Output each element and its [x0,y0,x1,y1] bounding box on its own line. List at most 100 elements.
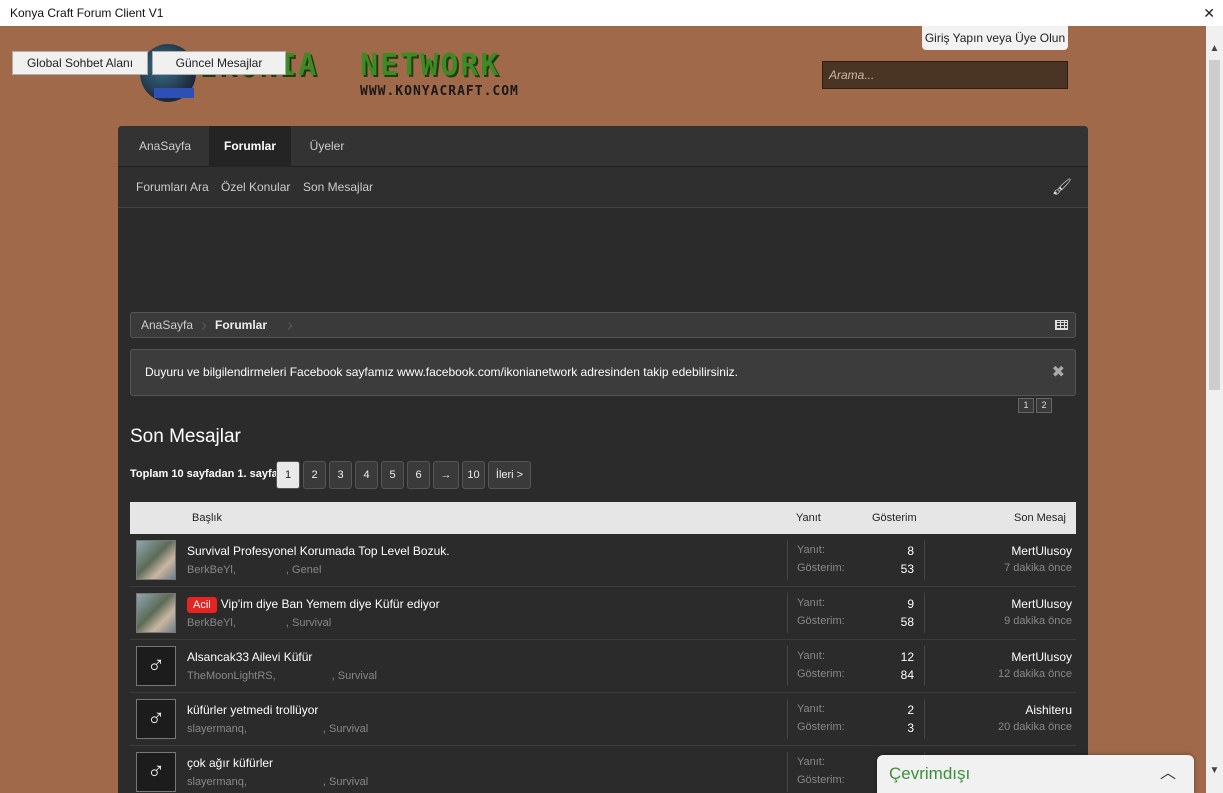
view-label: Gösterim: [797,562,845,574]
global-chat-button[interactable]: Global Sohbet Alanı [12,51,148,75]
last-post-time[interactable]: 9 dakika önce [1004,615,1072,627]
login-register-link[interactable]: Giriş Yapın veya Üye Olun [922,26,1068,50]
scrollbar-thumb[interactable] [1209,60,1220,390]
thread-author[interactable]: TheMoonLightRS, [187,670,276,682]
tab-home[interactable]: AnaSayfa [124,126,206,167]
thread-author[interactable]: BerkBeYl, [187,617,236,629]
sub-nav: Forumları Ara Özel Konular Son Mesajlar … [118,167,1088,208]
page-button-10[interactable]: 10 [462,461,485,489]
breadcrumb-separator-icon: › [287,315,293,335]
reply-count: 8 [907,544,914,558]
chat-status-label[interactable]: Çevrimdışı [889,755,970,793]
breadcrumb-separator-icon: › [201,315,207,335]
subnav-private-threads[interactable]: Özel Konular [221,167,290,207]
vertical-scrollbar[interactable]: ▲ ▼ [1206,26,1223,793]
sitemap-grid-icon[interactable] [1055,320,1068,330]
reply-count: 9 [907,597,914,611]
male-avatar-icon[interactable]: ♂ [136,752,176,792]
avatar[interactable] [136,540,176,580]
view-count: 84 [900,668,914,682]
thread-title[interactable]: çok ağır küfürler [187,756,273,770]
thread-title-text[interactable]: Survival Profesyonel Korumada Top Level … [187,544,450,558]
thread-author[interactable]: slayermanq, [187,776,247,788]
thread-title[interactable]: küfürler yetmedi trollüyor [187,703,318,717]
thread-author[interactable]: slayermanq, [187,723,247,735]
thread-title[interactable]: Survival Profesyonel Korumada Top Level … [187,544,450,558]
breadcrumb: AnaSayfa › Forumlar › [130,312,1076,338]
view-count: 3 [907,721,914,735]
notice-page-1[interactable]: 1 [1018,398,1034,413]
window-titlebar: Konya Craft Forum Client V1 ✕ [0,0,1223,26]
thread-forum[interactable]: , Survival [323,776,368,788]
chat-widget[interactable]: Çevrimdışı ︿ [877,755,1194,793]
thread-title[interactable]: Acil Vip'im diye Ban Yemem diye Küfür edi… [187,597,440,613]
last-post-user[interactable]: MertUlusoy [998,650,1072,664]
thread-title-text[interactable]: küfürler yetmedi trollüyor [187,703,318,717]
last-post-user[interactable]: Aishiteru [998,703,1072,717]
thread-forum[interactable]: , Genel [286,564,321,576]
thread-title-text[interactable]: çok ağır küfürler [187,756,273,770]
subnav-search-forums[interactable]: Forumları Ara [136,167,209,207]
page-button-4[interactable]: 4 [355,461,378,489]
tab-members[interactable]: Üyeler [294,126,360,167]
thread-stats: Yanıt: 12 Gösterim: 84 [787,646,925,686]
tab-forums[interactable]: Forumlar [209,126,291,167]
thread-meta: slayermanq, , Survival [187,776,368,788]
last-post: Aishiteru 20 dakika önce [998,703,1072,733]
page-button-3[interactable]: 3 [329,461,352,489]
header-replies[interactable]: Yanıt [796,502,821,534]
page-button-1[interactable]: 1 [276,461,300,489]
page-button-5[interactable]: 5 [381,461,404,489]
male-avatar-icon[interactable]: ♂ [136,699,176,739]
male-avatar-icon[interactable]: ♂ [136,646,176,686]
scroll-up-icon[interactable]: ▲ [1206,40,1223,57]
last-post-time[interactable]: 12 dakika önce [998,668,1072,680]
thread-stats: Yanıt: 9 Gösterim: 58 [787,593,925,633]
dismiss-notice-icon[interactable]: ✖ [1052,362,1065,382]
avatar[interactable] [136,593,176,633]
subnav-recent-posts[interactable]: Son Mesajlar [303,167,373,207]
search-input[interactable]: Arama... [822,61,1068,89]
view-count: 58 [900,615,914,629]
header-views[interactable]: Gösterim [872,502,917,534]
breadcrumb-home[interactable]: AnaSayfa [141,313,193,337]
thread-title-text[interactable]: Vip'im diye Ban Yemem diye Küfür ediyor [221,597,440,611]
notice-text: Duyuru ve bilgilendirmeleri Facebook say… [145,365,738,379]
style-chooser-brush-icon[interactable]: 🖌 [1052,177,1072,197]
recent-posts-button[interactable]: Güncel Mesajlar [152,51,286,75]
header-title[interactable]: Başlık [192,502,222,534]
scroll-down-icon[interactable]: ▼ [1206,762,1223,779]
logo-word-2: NETWORK [360,48,501,83]
table-row[interactable]: Acil Vip'im diye Ban Yemem diye Küfür edi… [130,587,1076,640]
notice-page-2[interactable]: 2 [1036,398,1052,413]
view-count: 53 [900,562,914,576]
table-row[interactable]: ♂ küfürler yetmedi trollüyor slayermanq,… [130,693,1076,746]
reply-label: Yanıt: [797,650,825,662]
breadcrumb-forums[interactable]: Forumlar [215,313,267,337]
page-button-2[interactable]: 2 [303,461,326,489]
table-row[interactable]: Survival Profesyonel Korumada Top Level … [130,534,1076,587]
view-label: Gösterim: [797,721,845,733]
thread-title-text[interactable]: Alsancak33 Ailevi Küfür [187,650,312,664]
thread-meta: BerkBeYl, , Survival [187,617,331,629]
page-button-6[interactable]: 6 [407,461,430,489]
chevron-up-icon[interactable]: ︿ [1160,755,1176,793]
announcement-notice: Duyuru ve bilgilendirmeleri Facebook say… [130,349,1076,396]
thread-title[interactable]: Alsancak33 Ailevi Küfür [187,650,312,664]
last-post-time[interactable]: 7 dakika önce [1004,562,1072,574]
view-label: Gösterim: [797,668,845,680]
page-jump-arrow-icon[interactable]: → [433,461,459,489]
thread-forum[interactable]: , Survival [323,723,368,735]
last-post-time[interactable]: 20 dakika önce [998,721,1072,733]
reply-label: Yanıt: [797,703,825,715]
table-row[interactable]: ♂ Alsancak33 Ailevi Küfür TheMoonLightRS… [130,640,1076,693]
thread-forum[interactable]: , Survival [332,670,377,682]
prefix-badge[interactable]: Acil [187,597,217,613]
last-post-user[interactable]: MertUlusoy [1004,544,1072,558]
last-post-user[interactable]: MertUlusoy [1004,597,1072,611]
close-icon[interactable]: ✕ [1203,0,1215,26]
thread-forum[interactable]: , Survival [286,617,331,629]
header-last-post[interactable]: Son Mesaj [1014,502,1066,534]
thread-author[interactable]: BerkBeYl, [187,564,236,576]
next-page-button[interactable]: İleri > [488,461,531,489]
